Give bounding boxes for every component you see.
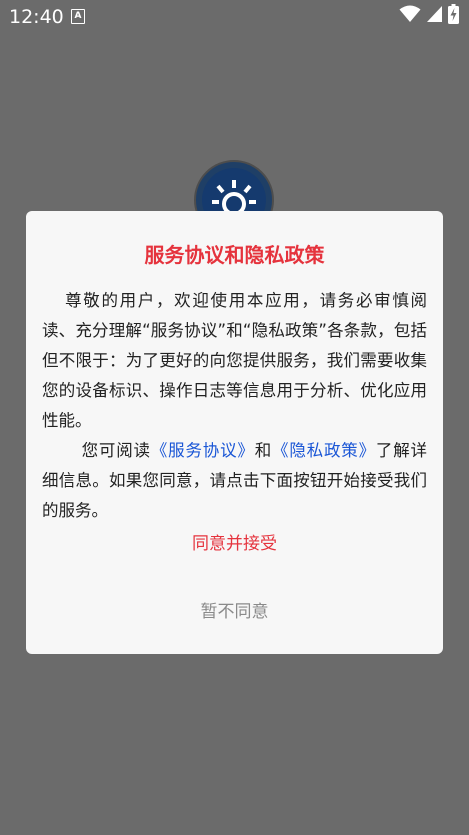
privacy-policy-link[interactable]: 《隐私政策》 (272, 441, 376, 460)
paragraph-prefix: 您可阅读 (81, 441, 151, 460)
service-agreement-link[interactable]: 《服务协议》 (151, 441, 255, 460)
decline-button[interactable]: 暂不同意 (26, 597, 443, 627)
dialog-paragraph-links: 您可阅读《服务协议》和《隐私政策》了解详细信息。如果您同意，请点击下面按钮开始接… (42, 436, 427, 526)
dialog-paragraph-intro: 尊敬的用户，欢迎使用本应用，请务必审慎阅读、充分理解“服务协议”和“隐私政策”各… (42, 291, 427, 430)
accept-button[interactable]: 同意并接受 (26, 529, 443, 559)
system-icons (399, 4, 459, 28)
paragraph-and: 和 (254, 441, 273, 460)
privacy-dialog: 服务协议和隐私政策 尊敬的用户，欢迎使用本应用，请务必审慎阅读、充分理解“服务协… (26, 211, 443, 654)
wifi-icon (399, 5, 421, 27)
signal-icon (426, 5, 443, 27)
status-bar: 12:40 A (0, 0, 469, 33)
battery-charging-icon (448, 4, 459, 28)
status-time: 12:40 (9, 6, 64, 28)
dialog-body: 尊敬的用户，欢迎使用本应用，请务必审慎阅读、充分理解“服务协议”和“隐私政策”各… (42, 286, 427, 526)
notification-icon: A (71, 9, 85, 24)
dialog-title: 服务协议和隐私政策 (144, 243, 325, 267)
